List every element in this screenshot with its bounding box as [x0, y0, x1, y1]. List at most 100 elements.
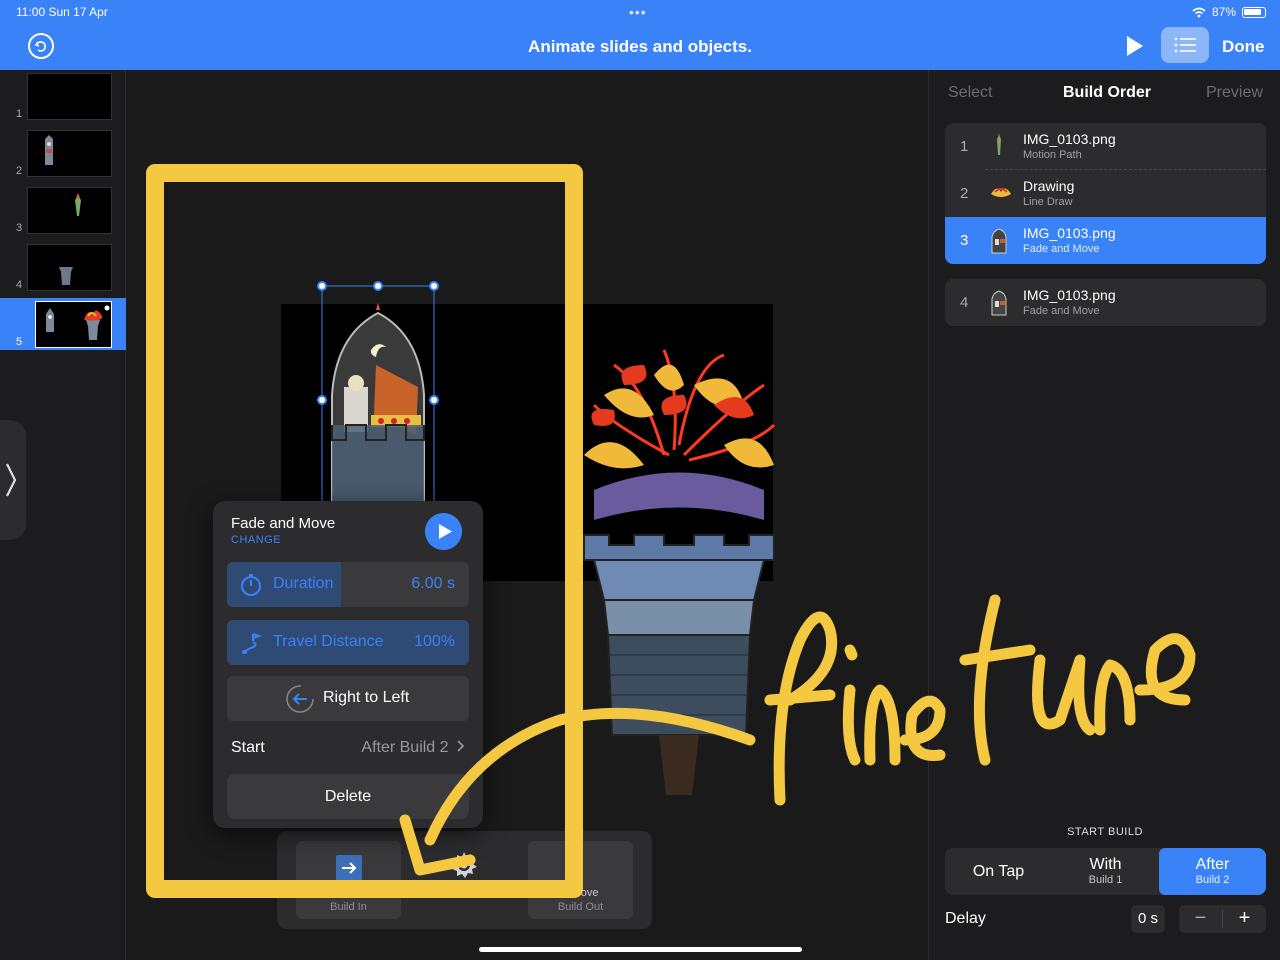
start-build-heading: START BUILD [1067, 826, 1143, 838]
keynote-app: 11:00 Sun 17 Apr ••• 87% Animate slides … [0, 0, 1280, 960]
chevron-right-icon [457, 740, 465, 752]
list-icon [1174, 37, 1196, 53]
duration-label: Duration [273, 575, 334, 592]
slide-thumbnail[interactable]: 1 [0, 70, 126, 122]
delay-value-field[interactable]: 0 s [1131, 905, 1165, 933]
status-right: 87% [1192, 5, 1266, 19]
build-out-effect-label: d Move [562, 887, 599, 899]
build-number: 1 [960, 138, 969, 155]
direction-label: Right to Left [323, 689, 410, 706]
rocket-thumbnail-icon [997, 133, 1001, 155]
build-in-button[interactable]: Build In [296, 841, 401, 919]
status-time: 11:00 Sun 17 Apr [16, 5, 108, 19]
slide-thumbnail-image [27, 187, 112, 234]
build-item[interactable]: 4 IMG_0103.png Fade and Move [945, 279, 1266, 326]
tab-select[interactable]: Select [948, 84, 992, 102]
slide-thumbnail-image [35, 301, 112, 348]
build-number: 3 [960, 232, 969, 249]
slide-thumbnail-image [27, 73, 112, 120]
done-button[interactable]: Done [1222, 37, 1265, 57]
delay-stepper: − + [1179, 905, 1266, 933]
knight-thumbnail-icon [991, 290, 1007, 316]
animate-panel: Select Build Order Preview 1 IMG_0103.pn… [928, 70, 1280, 960]
chevron-right-icon [6, 463, 17, 497]
start-option-on-tap[interactable]: On Tap [945, 848, 1052, 895]
decrement-button[interactable]: − [1179, 905, 1222, 933]
tab-build-order[interactable]: Build Order [1063, 84, 1151, 102]
build-item-selected[interactable]: 3 IMG_0103.png Fade and Move [945, 217, 1266, 264]
flower-drawing-thumbnail-icon [991, 188, 1011, 197]
direction-button[interactable]: Right to Left [227, 676, 469, 721]
battery-percent: 87% [1211, 5, 1236, 19]
build-object-name: IMG_0103.png [1023, 287, 1116, 303]
duration-value: 6.00 s [411, 575, 455, 592]
slide-thumbnail-selected[interactable]: 5 [0, 298, 126, 350]
build-order-list-button[interactable] [1161, 27, 1209, 63]
start-option-sublabel: Build 1 [1088, 874, 1123, 886]
increment-button[interactable]: + [1222, 908, 1266, 928]
arrow-left-circle-icon [286, 685, 314, 713]
build-order-list: 4 IMG_0103.png Fade and Move [945, 279, 1266, 326]
slide-thumbnail[interactable]: 3 [0, 184, 126, 236]
start-build-segmented-control: On Tap With Build 1 After Build 2 [945, 848, 1266, 895]
start-option-with[interactable]: With Build 1 [1052, 848, 1159, 895]
toolbar-title: Animate slides and objects. [528, 37, 752, 56]
play-icon[interactable] [1125, 35, 1145, 57]
build-tray: Build In d Move Build Out [277, 831, 652, 929]
show-navigator-handle[interactable] [0, 420, 26, 540]
build-number: 2 [960, 185, 969, 202]
stopwatch-icon [241, 574, 261, 596]
slide-number: 1 [16, 108, 23, 120]
slide-number: 3 [16, 222, 23, 234]
build-item[interactable]: 2 Drawing Line Draw [945, 170, 1266, 217]
toolbar: 11:00 Sun 17 Apr ••• 87% Animate slides … [0, 0, 1280, 70]
change-effect-link[interactable]: CHANGE [231, 534, 281, 546]
travel-distance-slider[interactable]: Travel Distance 100% [227, 620, 469, 665]
battery-icon [1242, 6, 1266, 18]
travel-distance-label: Travel Distance [273, 633, 384, 650]
castle-tower-image[interactable] [574, 345, 784, 835]
build-effect-name: Fade and Move [1023, 305, 1100, 317]
slide-thumbnail[interactable]: 2 [0, 127, 126, 179]
multitasking-dots-icon[interactable]: ••• [629, 4, 647, 20]
build-options-popover: Fade and Move CHANGE Duration 6.00 s Tra… [213, 501, 483, 828]
start-option-label: With [1089, 856, 1122, 873]
build-object-name: IMG_0103.png [1023, 131, 1116, 147]
slide-thumbnail-image [27, 130, 112, 177]
start-option-after[interactable]: After Build 2 [1159, 848, 1266, 895]
delay-label: Delay [945, 910, 986, 927]
slide-thumbnail[interactable]: 4 [0, 241, 126, 293]
slide-number: 2 [16, 165, 23, 177]
build-effect-name: Fade and Move [1023, 243, 1100, 255]
start-value: After Build 2 [361, 739, 449, 756]
build-order-list: 1 IMG_0103.png Motion Path 2 Drawing Lin… [945, 123, 1266, 264]
start-value-link[interactable]: After Build 2 [361, 739, 465, 757]
slide-number: 4 [16, 279, 23, 291]
start-option-label: On Tap [972, 863, 1025, 880]
start-option-label: After [1195, 856, 1230, 873]
slide-thumbnail-image [27, 244, 112, 291]
build-object-name: IMG_0103.png [1023, 225, 1116, 241]
start-label: Start [231, 739, 265, 756]
wifi-icon [1192, 7, 1206, 17]
build-effect-name: Line Draw [1023, 196, 1073, 208]
build-number: 4 [960, 294, 969, 311]
travel-path-icon [242, 633, 263, 654]
delete-button[interactable]: Delete [227, 774, 469, 819]
build-object-name: Drawing [1023, 178, 1075, 194]
action-gear-icon[interactable] [449, 850, 479, 880]
build-in-label: Build In [330, 901, 367, 913]
popover-effect-title: Fade and Move [231, 515, 336, 532]
slide-number: 5 [16, 336, 23, 348]
build-effect-name: Motion Path [1023, 149, 1082, 161]
home-indicator [479, 947, 802, 952]
knight-thumbnail-icon [991, 228, 1007, 254]
tab-preview[interactable]: Preview [1206, 84, 1263, 102]
build-item[interactable]: 1 IMG_0103.png Motion Path [945, 123, 1266, 170]
build-out-button[interactable]: d Move Build Out [528, 841, 633, 919]
build-out-label: Build Out [557, 901, 604, 913]
travel-distance-value: 100% [414, 633, 455, 650]
duration-slider[interactable]: Duration 6.00 s [227, 562, 469, 607]
preview-play-button[interactable] [425, 513, 462, 550]
arrow-right-icon [336, 855, 362, 881]
